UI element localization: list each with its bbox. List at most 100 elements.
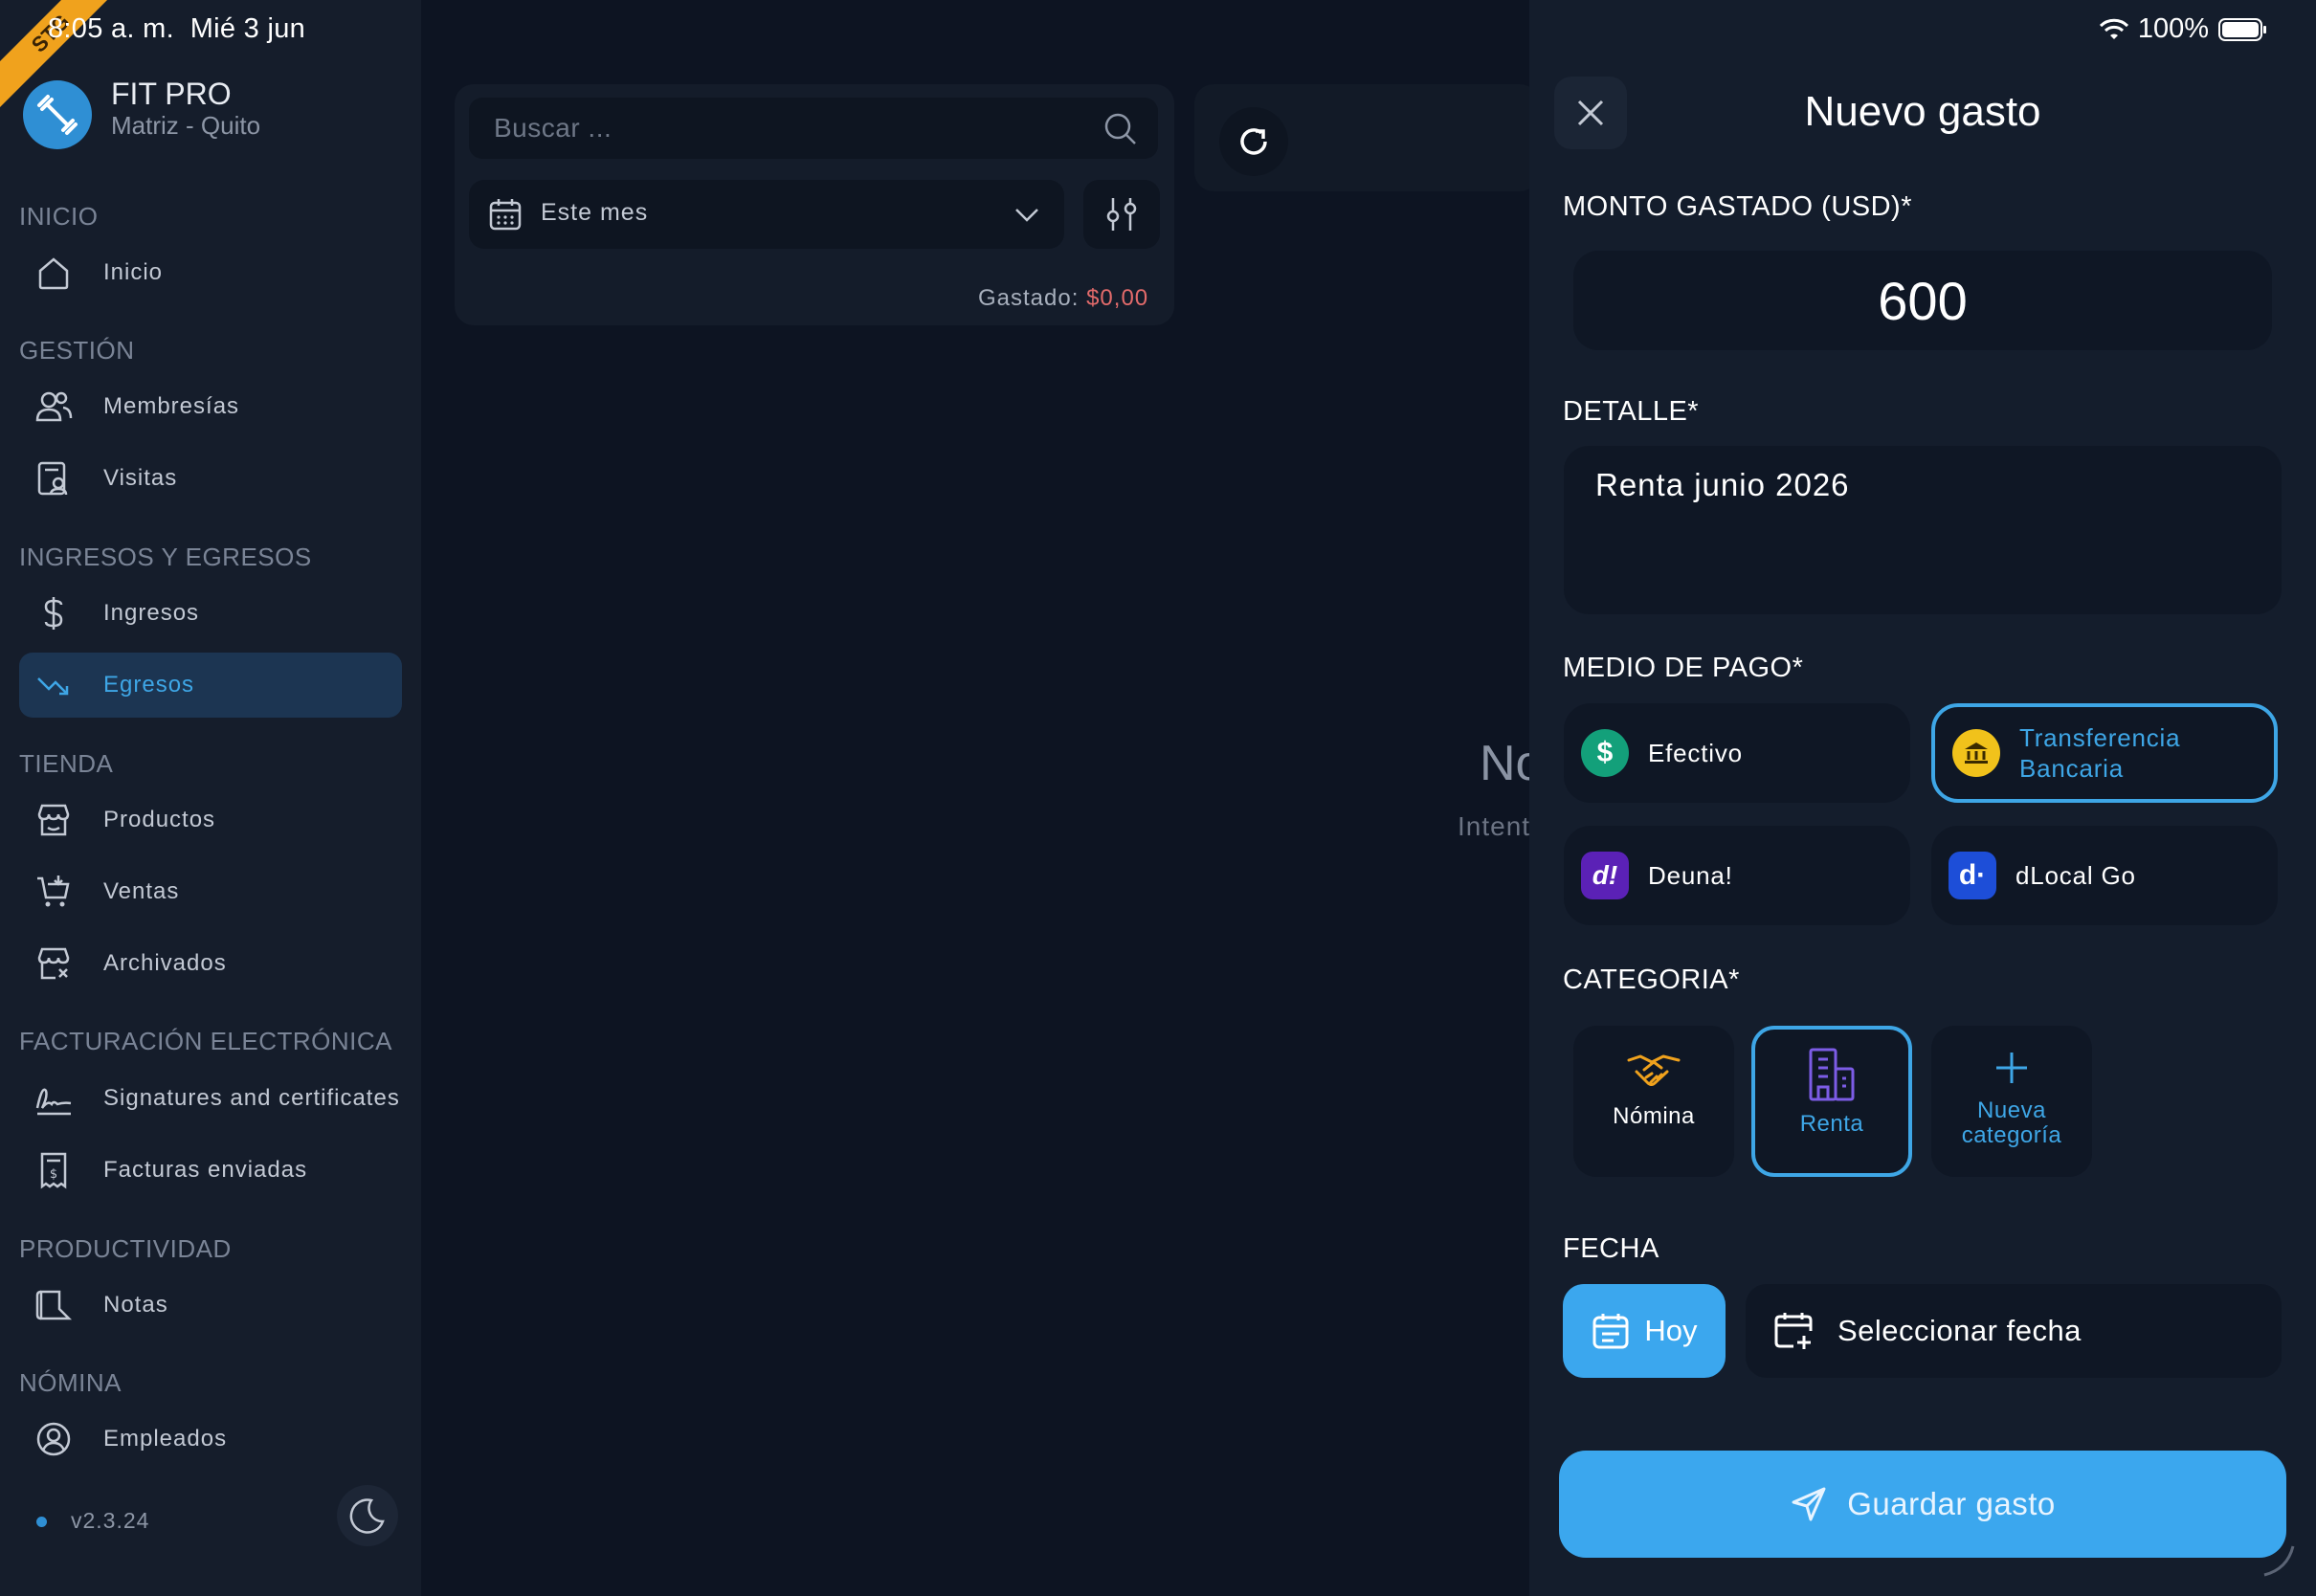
store-closed-icon — [33, 942, 75, 985]
section-ingresos-egresos: INGRESOS Y EGRESOS — [19, 543, 312, 571]
save-expense-label: Guardar gasto — [1847, 1486, 2056, 1521]
amount-value: 600 — [1878, 270, 1968, 331]
sidebar-item-membresias[interactable]: Membresías — [19, 374, 402, 439]
receipt-icon: $ — [33, 1149, 75, 1191]
sidebar-item-label: Signatures and certificates — [103, 1085, 400, 1111]
payment-option-dlocal[interactable]: d· dLocal Go — [1931, 826, 2278, 925]
handshake-icon — [1627, 1054, 1681, 1086]
period-value: Este mes — [541, 199, 649, 226]
payment-option-label: Deuna! — [1648, 861, 1733, 890]
category-label-text: Renta — [1799, 1111, 1864, 1137]
detail-label: DETALLE* — [1563, 396, 1700, 427]
sidebar-item-label: Membresías — [103, 393, 240, 419]
sidebar-item-label: Ingresos — [103, 600, 200, 626]
calendar-add-icon — [1774, 1313, 1813, 1349]
panel-title: Nuevo gasto — [1804, 88, 2041, 135]
sidebar-item-label: Visitas — [103, 465, 178, 491]
save-expense-button[interactable]: Guardar gasto — [1559, 1451, 2286, 1558]
battery-icon — [2218, 17, 2266, 41]
app-version: v2.3.24 — [71, 1508, 150, 1533]
calendar-today-icon — [1592, 1314, 1629, 1349]
sidebar-item-egresos[interactable]: Egresos — [19, 653, 402, 718]
sidebar-item-notas[interactable]: Notas — [19, 1273, 402, 1338]
cart-icon — [33, 871, 75, 913]
refresh-icon — [1240, 128, 1267, 155]
visitor-badge-icon — [33, 457, 75, 499]
payment-option-transferencia[interactable]: Transferencia Bancaria — [1931, 703, 2278, 803]
home-icon — [33, 252, 75, 294]
svg-text:$: $ — [50, 1167, 57, 1182]
spent-summary: Gastado: $0,00 — [978, 285, 1149, 311]
brand-title: FIT PRO — [111, 77, 232, 111]
payment-option-deuna[interactable]: d! Deuna! — [1564, 826, 1910, 925]
calendar-icon — [489, 199, 522, 231]
building-icon — [1809, 1048, 1855, 1101]
date-label: FECHA — [1563, 1233, 1659, 1264]
payment-option-efectivo[interactable]: $ Efectivo — [1564, 703, 1910, 803]
today-button-label: Hoy — [1644, 1314, 1698, 1347]
trending-down-icon — [33, 664, 75, 706]
sidebar-item-label: Egresos — [103, 672, 195, 698]
section-productividad: PRODUCTIVIDAD — [19, 1234, 232, 1263]
spent-value: $0,00 — [1086, 285, 1149, 311]
sidebar-item-ingresos[interactable]: Ingresos — [19, 581, 402, 646]
sidebar-item-label: Notas — [103, 1292, 168, 1318]
brand-subtitle: Matriz - Quito — [111, 111, 261, 140]
select-date-label: Seleccionar fecha — [1837, 1314, 2082, 1347]
category-renta[interactable]: Renta — [1751, 1026, 1912, 1177]
sidebar-item-label: Ventas — [103, 878, 180, 904]
detail-value: Renta junio 2026 — [1595, 467, 1850, 502]
online-dot — [36, 1517, 47, 1527]
section-nomina: NÓMINA — [19, 1368, 122, 1397]
status-indicators-overlay: 100% — [2099, 13, 2268, 45]
sidebar-item-productos[interactable]: Productos — [19, 787, 402, 853]
deuna-logo-icon: d! — [1581, 852, 1629, 899]
category-label-text: Nueva categoría — [1961, 1097, 2062, 1148]
sidebar-item-signatures[interactable]: Signatures and certificates — [19, 1066, 402, 1131]
filters-button[interactable] — [1083, 180, 1160, 249]
sidebar-item-label: Facturas enviadas — [103, 1157, 308, 1183]
sidebar-item-archivados[interactable]: Archivados — [19, 931, 402, 996]
amount-input[interactable]: 600 — [1573, 251, 2272, 350]
search-icon[interactable] — [1102, 111, 1139, 147]
amount-label: MONTO GASTADO (USD)* — [1563, 191, 1912, 222]
chevron-down-icon — [1015, 209, 1038, 222]
moon-icon — [349, 1498, 385, 1534]
user-circle-icon — [33, 1418, 75, 1460]
sidebar-item-inicio[interactable]: Inicio — [19, 240, 402, 305]
wifi-icon — [2099, 18, 2128, 39]
category-nomina[interactable]: Nómina — [1573, 1026, 1734, 1177]
sidebar-item-ventas[interactable]: Ventas — [19, 859, 402, 924]
sidebar-item-label: Archivados — [103, 950, 227, 976]
resize-handle-icon — [2263, 1545, 2295, 1577]
users-icon — [33, 386, 75, 428]
dollar-icon — [33, 592, 75, 634]
dlocal-logo-icon: d· — [1949, 852, 1996, 899]
notes-icon — [33, 1284, 75, 1326]
select-date-button[interactable]: Seleccionar fecha — [1746, 1284, 2282, 1378]
payment-label: MEDIO DE PAGO* — [1563, 653, 1804, 683]
search-placeholder: Buscar ... — [494, 113, 612, 143]
sidebar-item-label: Productos — [103, 807, 216, 832]
section-tienda: TIENDA — [19, 749, 114, 778]
category-label: CATEGORIA* — [1563, 964, 1740, 995]
sidebar-item-label: Empleados — [103, 1426, 228, 1452]
sidebar-item-label: Inicio — [103, 259, 164, 285]
section-inicio: INICIO — [19, 202, 99, 231]
theme-toggle-button[interactable] — [337, 1485, 398, 1546]
plus-icon — [1996, 1053, 2027, 1083]
status-time: 8:05 a. m. Mié 3 jun — [48, 13, 306, 44]
battery-percent: 100% — [2137, 13, 2209, 44]
sidebar-item-visitas[interactable]: Visitas — [19, 446, 402, 511]
send-icon — [1792, 1487, 1826, 1521]
payment-option-label: Transferencia Bancaria — [2019, 723, 2181, 783]
category-new[interactable]: Nueva categoría — [1931, 1026, 2092, 1177]
sidebar-item-facturas[interactable]: $ Facturas enviadas — [19, 1138, 402, 1203]
sidebar-item-empleados[interactable]: Empleados — [19, 1407, 402, 1472]
today-button[interactable]: Hoy — [1563, 1284, 1726, 1378]
sliders-icon — [1106, 198, 1137, 231]
dumbbell-icon — [37, 95, 78, 135]
store-icon — [33, 799, 75, 841]
bank-icon — [1952, 729, 2000, 777]
refresh-button[interactable] — [1219, 107, 1288, 176]
